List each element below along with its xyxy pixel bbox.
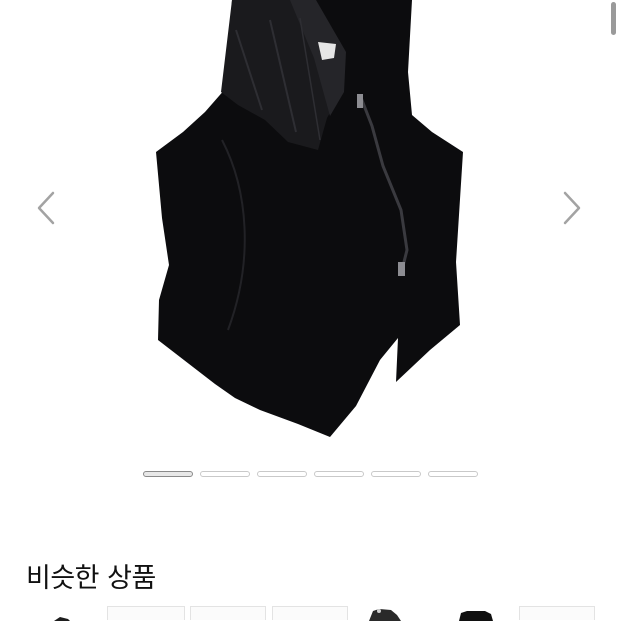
carousel-indicator[interactable]	[200, 471, 250, 477]
similar-product-thumbnail[interactable]	[46, 606, 76, 621]
similar-products-title: 비슷한 상품	[26, 563, 156, 594]
carousel-indicator[interactable]	[143, 471, 193, 477]
carousel-indicator[interactable]	[314, 471, 364, 477]
carousel-indicator[interactable]	[371, 471, 421, 477]
chevron-left-icon	[36, 190, 56, 226]
carousel-next-button[interactable]	[556, 186, 588, 230]
carousel-prev-button[interactable]	[30, 186, 62, 230]
similar-product-thumbnail[interactable]	[437, 606, 513, 621]
similar-product-thumbnail[interactable]	[519, 606, 595, 620]
similar-products-list	[0, 606, 620, 621]
carousel-indicator[interactable]	[257, 471, 307, 477]
similar-product-thumbnail[interactable]	[272, 606, 348, 620]
product-image-carousel[interactable]	[0, 0, 620, 477]
similar-product-thumbnail[interactable]	[355, 606, 431, 621]
similar-product-thumbnail[interactable]	[107, 606, 185, 620]
similar-product-thumbnail[interactable]	[190, 606, 266, 620]
carousel-indicators	[143, 471, 478, 477]
chevron-right-icon	[562, 190, 582, 226]
carousel-indicator[interactable]	[428, 471, 478, 477]
product-image-vest	[156, 0, 463, 437]
